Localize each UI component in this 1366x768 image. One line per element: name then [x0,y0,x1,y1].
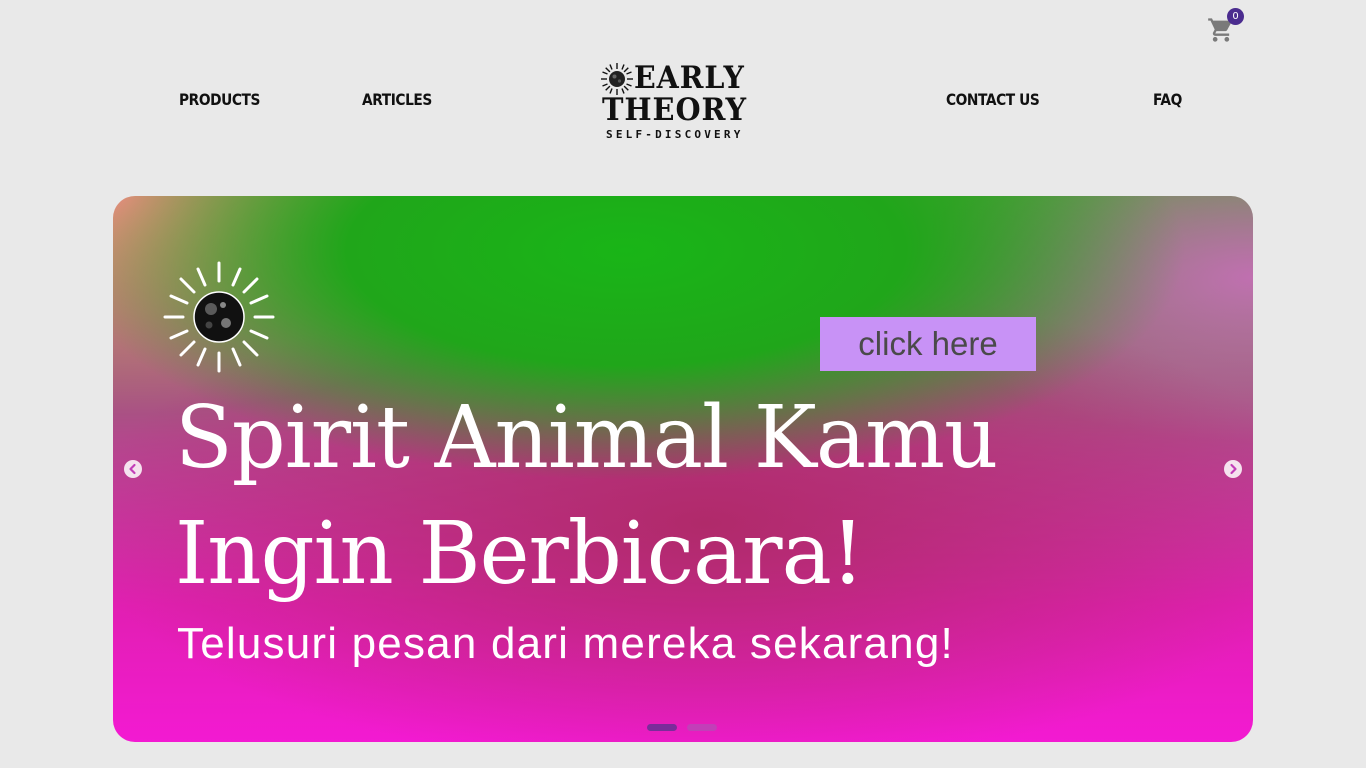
nav-articles[interactable]: ARTICLES [362,90,432,112]
carousel-dot-1[interactable] [647,724,677,731]
logo-tagline: SELF-DISCOVERY [606,128,744,141]
nav-products[interactable]: PRODUCTS [179,90,260,112]
sun-moon-icon [601,63,633,95]
hero-subheadline: Telusuri pesan dari mereka sekarang! [177,619,954,668]
hero-headline: Spirit Animal Kamu Ingin Berbicara! [175,380,1116,612]
nav-contact-us[interactable]: CONTACT US [946,90,1040,112]
carousel-dot-2[interactable] [687,724,717,731]
logo-text-theory: THEORY [602,92,748,128]
logo[interactable]: EARLY THEORY SELF-DISCOVERY [600,62,766,142]
carousel-next-button[interactable] [1224,460,1242,478]
chevron-right-icon [1230,463,1237,475]
carousel-prev-button[interactable] [124,460,142,478]
hero-headline-line-2: Ingin Berbicara! [175,504,865,604]
hero-headline-line-1: Spirit Animal Kamu [175,388,998,488]
nav-faq[interactable]: FAQ [1153,90,1182,112]
cart-count-badge: 0 [1227,8,1244,25]
chevron-left-icon [129,463,136,475]
cart-button[interactable]: 0 [1207,8,1244,44]
click-here-button[interactable]: click here [820,317,1036,371]
logo-text-early: EARLY [634,60,745,96]
carousel-dots [647,724,721,732]
sun-moon-icon [163,261,275,373]
hero-banner[interactable]: click here Spirit Animal Kamu Ingin Berb… [113,196,1253,742]
